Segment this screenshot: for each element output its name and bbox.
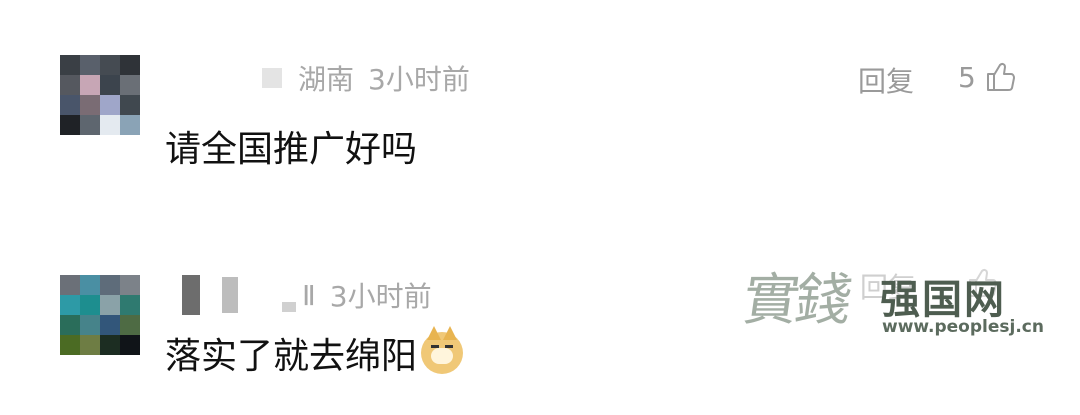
location-label: Ⅱ: [302, 278, 316, 312]
watermark-calligraphy: 實錢: [738, 268, 852, 333]
username-blurred: [222, 277, 238, 313]
avatar-pixel: [80, 115, 100, 135]
avatar-pixel: [100, 55, 120, 75]
avatar[interactable]: [60, 55, 140, 135]
location-label: 湖南: [298, 63, 355, 96]
avatar-pixel: [60, 275, 80, 295]
avatar-pixel: [80, 295, 100, 315]
avatar-pixel: [100, 95, 120, 115]
time-label: 3小时前: [329, 280, 432, 313]
comment-item: 湖南 3小时前 回复 5 请全国推广好吗: [0, 0, 1080, 210]
avatar-pixel: [60, 295, 80, 315]
avatar-pixel: [100, 335, 120, 355]
avatar-pixel: [120, 335, 140, 355]
avatar-pixel: [100, 295, 120, 315]
avatar[interactable]: [60, 275, 140, 355]
avatar-pixel: [60, 95, 80, 115]
avatar-pixel: [120, 95, 140, 115]
reply-button[interactable]: 回复: [858, 60, 914, 100]
avatar-pixel: [60, 315, 80, 335]
avatar-pixel: [100, 275, 120, 295]
avatar-pixel: [100, 75, 120, 95]
avatar-pixel: [120, 75, 140, 95]
doge-face: [431, 348, 454, 364]
avatar-pixel: [80, 315, 100, 335]
doge-emoji-icon: [421, 326, 464, 374]
avatar-pixel: [120, 295, 140, 315]
watermark: 實錢 强国网 www.peoplesj.cn: [738, 245, 1044, 365]
thumbs-up-icon: [986, 62, 1015, 91]
comment-text-content: 落实了就去绵阳: [165, 336, 418, 377]
avatar-pixel: [60, 115, 80, 135]
avatar-pixel: [60, 75, 80, 95]
comment-meta: 湖南 3小时前: [168, 58, 470, 98]
avatar-pixel: [60, 335, 80, 355]
doge-eye: [431, 345, 440, 348]
watermark-url: www.peoplesj.cn: [882, 317, 1044, 337]
avatar-pixel: [80, 95, 100, 115]
avatar-pixel: [80, 335, 100, 355]
avatar-pixel: [80, 275, 100, 295]
avatar-pixel: [60, 55, 80, 75]
avatar-pixel: [120, 115, 140, 135]
avatar-pixel: [100, 315, 120, 335]
username-blurred[interactable]: [182, 275, 200, 315]
avatar-pixel: [120, 275, 140, 295]
username-blurred: [282, 302, 296, 312]
comment-meta: Ⅱ 3小时前: [168, 270, 432, 320]
like-count: 5: [958, 60, 976, 94]
comment-text: 落实了就去绵阳: [165, 326, 464, 379]
username-blurred[interactable]: [262, 68, 282, 88]
avatar-pixel: [80, 75, 100, 95]
avatar-pixel: [80, 55, 100, 75]
doge-eye: [445, 345, 454, 348]
comment-text: 请全国推广好吗: [165, 129, 418, 170]
time-label: 3小时前: [368, 63, 470, 96]
avatar-pixel: [100, 115, 120, 135]
avatar-pixel: [120, 55, 140, 75]
avatar-pixel: [120, 315, 140, 335]
like-button[interactable]: 5: [958, 60, 1016, 94]
